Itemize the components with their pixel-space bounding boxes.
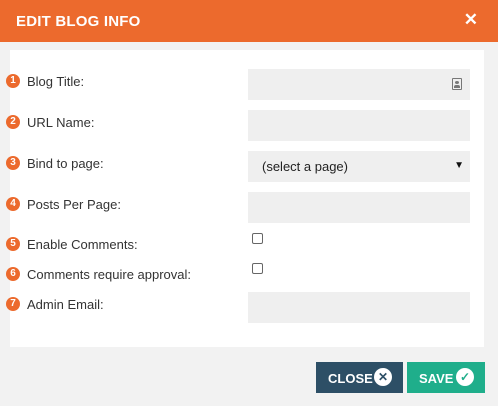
field-row-posts-per-page: 4 Posts Per Page: — [6, 192, 484, 224]
select-value: (select a page) — [262, 159, 348, 174]
step-number-badge: 1 — [6, 74, 20, 88]
field-row-blog-title: 1 Blog Title: — [6, 69, 484, 101]
field-label: URL Name: — [27, 115, 95, 130]
close-button-label: CLOSE — [328, 371, 373, 386]
posts-per-page-input[interactable] — [248, 192, 470, 223]
blog-title-input[interactable] — [248, 69, 470, 100]
save-button[interactable]: SAVE ✓ — [407, 362, 485, 393]
step-number-badge: 2 — [6, 115, 20, 129]
form-panel: 1 Blog Title: 2 URL Name: 3 Bind to page… — [6, 50, 484, 347]
field-row-admin-email: 7 Admin Email: — [6, 292, 484, 324]
url-name-input[interactable] — [248, 110, 470, 141]
admin-email-input[interactable] — [248, 292, 470, 323]
field-row-comments-require-approval: 6 Comments require approval: — [6, 262, 484, 294]
enable-comments-checkbox[interactable] — [252, 233, 263, 244]
step-number-badge: 4 — [6, 197, 20, 211]
field-label: Admin Email: — [27, 297, 104, 312]
step-number-badge: 3 — [6, 156, 20, 170]
field-row-enable-comments: 5 Enable Comments: — [6, 232, 484, 264]
step-number-badge: 5 — [6, 237, 20, 251]
field-row-bind-to-page: 3 Bind to page: (select a page) ▼ — [6, 151, 484, 183]
step-number-badge: 6 — [6, 267, 20, 281]
field-label: Blog Title: — [27, 74, 85, 89]
field-label: Enable Comments: — [27, 237, 138, 252]
field-label: Posts Per Page: — [27, 197, 121, 212]
field-label: Comments require approval: — [27, 267, 192, 282]
close-x-icon[interactable]: ✕ — [464, 11, 478, 28]
step-number-badge: 7 — [6, 297, 20, 311]
check-circle-icon: ✓ — [456, 368, 474, 386]
dropdown-arrow-icon: ▼ — [454, 160, 464, 171]
close-button[interactable]: CLOSE ✕ — [316, 362, 403, 393]
comments-require-approval-checkbox[interactable] — [252, 263, 263, 274]
close-circle-icon: ✕ — [374, 368, 392, 386]
field-row-url-name: 2 URL Name: — [6, 110, 484, 142]
dialog-header: EDIT BLOG INFO ✕ — [0, 0, 498, 42]
bind-to-page-select[interactable]: (select a page) ▼ — [248, 151, 470, 182]
contact-card-icon[interactable] — [452, 78, 462, 90]
field-label: Bind to page: — [27, 156, 104, 171]
save-button-label: SAVE — [419, 371, 454, 386]
dialog-title: EDIT BLOG INFO — [16, 13, 141, 30]
